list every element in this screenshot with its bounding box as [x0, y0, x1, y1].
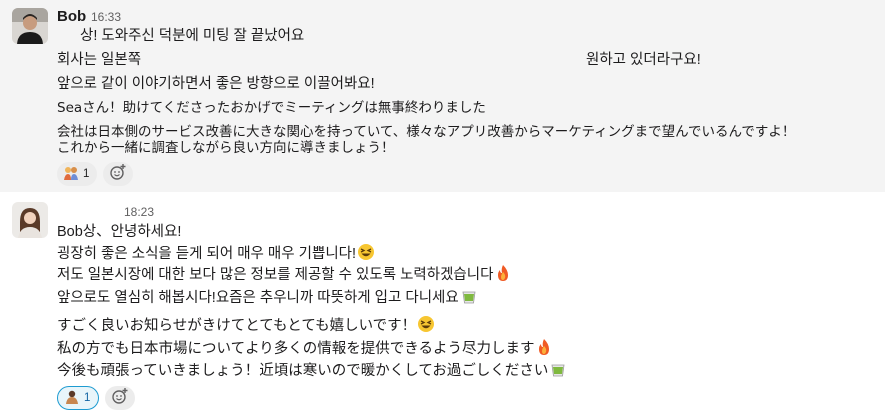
tea-cup-emoji-icon [549, 360, 567, 378]
grinning-squinting-emoji-icon [357, 243, 375, 261]
tea-cup-emoji-icon [460, 287, 478, 305]
add-reaction-button[interactable] [103, 162, 134, 186]
message-text: 상! 도와주신 덕분에 미팅 잘 끝났어요 [80, 28, 305, 44]
timestamp[interactable]: 18:23 [124, 205, 154, 219]
reaction-pill[interactable]: 1 [57, 386, 100, 410]
timestamp[interactable]: 16:33 [91, 10, 121, 24]
reactions-bar: 1 [57, 162, 134, 186]
fire-emoji-icon [535, 338, 553, 356]
people-hugging-emoji-icon [63, 165, 79, 184]
message-text: 저도 일본시장에 대한 보다 많은 정보를 제공할 수 있도록 노력하겠습니다 [57, 264, 512, 285]
message-text: 앞으로도 열심히 해봅시다!요즘은 추우니까 따뜻하게 입고 다니세요 [57, 287, 478, 308]
fire-emoji-icon [494, 264, 512, 282]
person-bowing-emoji-icon [64, 389, 80, 408]
message-text: 今後も頑張っていきましょう！近頃は寒いので暖かくしてお過ごしください [57, 360, 567, 381]
grinning-squinting-emoji-icon [417, 315, 435, 333]
reactions-bar: 1 [57, 386, 136, 410]
message-text: Bob상、안녕하세요! [57, 224, 182, 240]
reaction-count: 1 [84, 392, 91, 404]
message-text: 앞으로 같이 이야기하면서 좋은 방향으로 이끌어봐요! [57, 76, 375, 92]
add-emoji-icon [109, 163, 127, 185]
message-text: Seaさん！助けてくださったおかげでミーティングは無事終わりました [57, 100, 486, 116]
message-text: すごく良いお知らせがきけてとてもとても嬉しいです！ [57, 315, 435, 336]
message-bob[interactable]: Bob 16:33 상! 도와주신 덕분에 미팅 잘 끝났어요 회사는 일본쪽 … [0, 0, 885, 192]
reaction-pill[interactable]: 1 [57, 162, 98, 186]
message-text: 원하고 있더라구요! [586, 52, 701, 68]
add-emoji-icon [111, 387, 129, 409]
message-sea[interactable]: 18:23 Bob상、안녕하세요! 굉장히 좋은 소식을 듣게 되어 매우 매우… [0, 192, 885, 420]
message-text: 私の方でも日本市場についてより多くの情報を提供できるよう尽力します [57, 338, 553, 359]
sender-name[interactable]: Bob [57, 8, 86, 25]
add-reaction-button[interactable] [105, 386, 136, 410]
reaction-count: 1 [83, 168, 90, 180]
avatar[interactable] [12, 202, 48, 238]
message-text: 굉장히 좋은 소식을 듣게 되어 매우 매우 기쁩니다! [57, 243, 375, 264]
avatar[interactable] [12, 8, 48, 44]
message-text: 회사는 일본쪽 [57, 52, 142, 68]
message-text: これから一緒に調査しながら良い方向に導きましょう！ [57, 140, 395, 156]
